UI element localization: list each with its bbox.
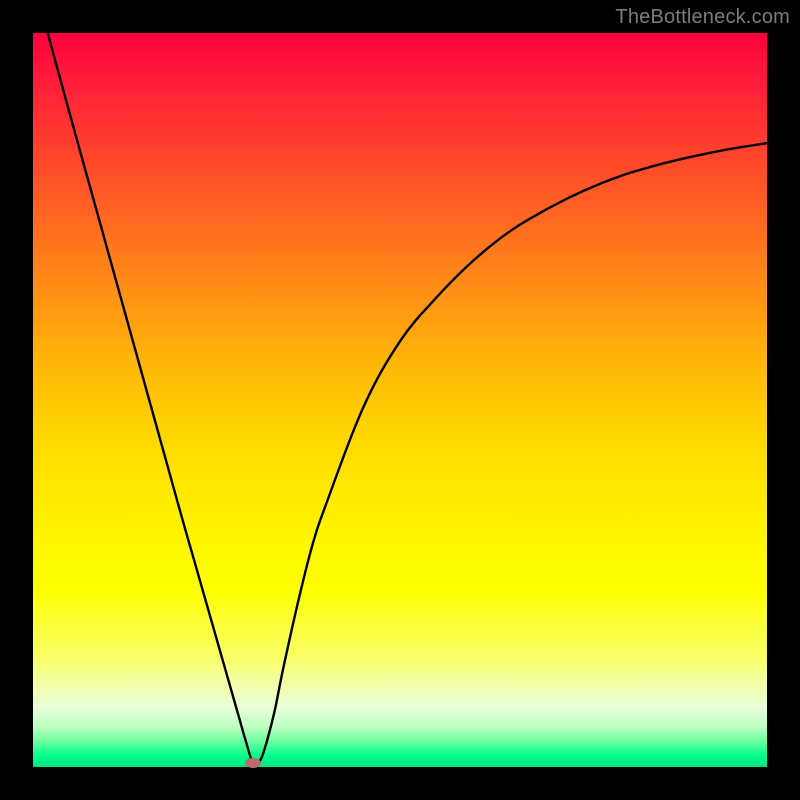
bottleneck-curve [33,33,767,767]
plot-area [33,33,767,767]
optimum-marker [245,758,261,768]
watermark-text: TheBottleneck.com [615,6,790,29]
chart-frame: TheBottleneck.com [0,0,800,800]
